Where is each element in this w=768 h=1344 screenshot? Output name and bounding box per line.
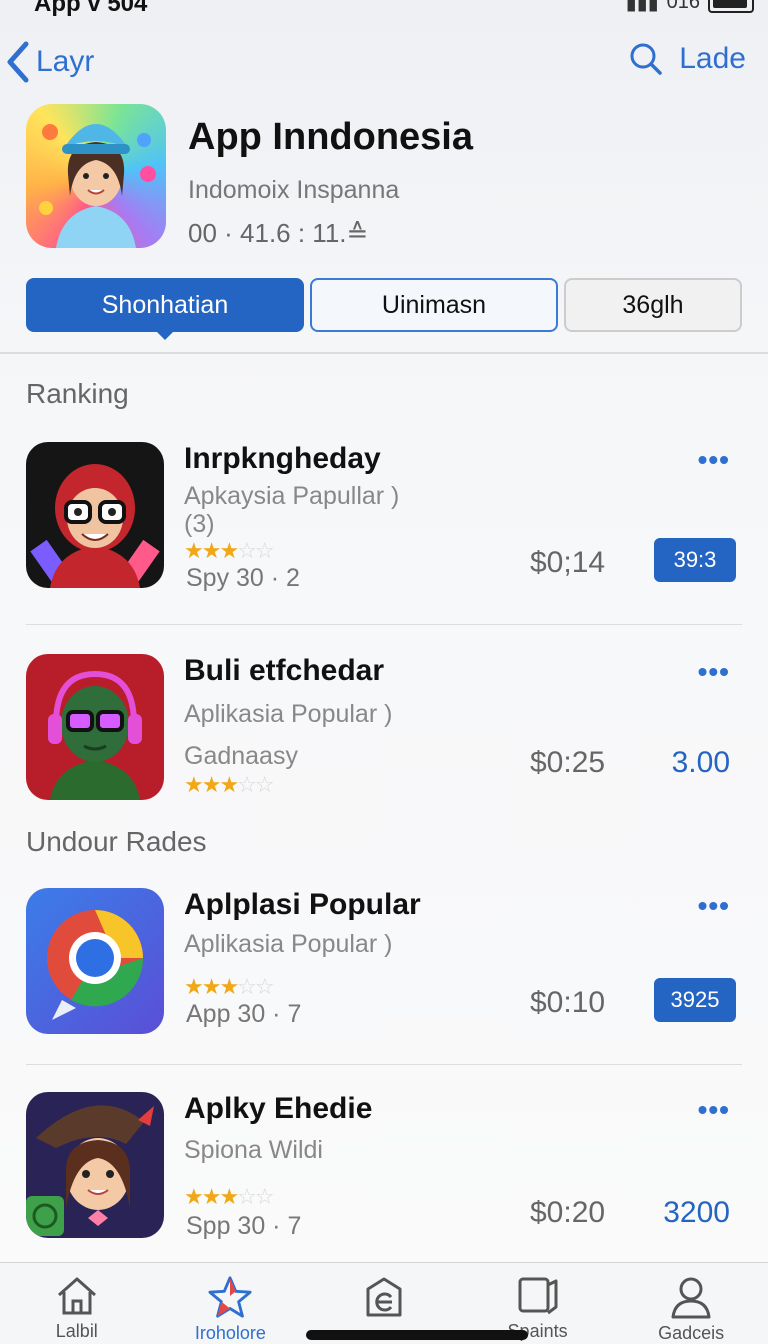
get-button[interactable]: 3200	[663, 1196, 730, 1230]
app-name: Aplplasi Popular	[184, 888, 421, 921]
book-icon	[518, 1277, 558, 1315]
home-icon	[57, 1277, 96, 1315]
back-label: Layr	[36, 45, 95, 78]
header-divider	[0, 352, 768, 354]
tab-5[interactable]: Gadceis	[614, 1263, 768, 1344]
app-title: App Inndonesia	[188, 116, 473, 158]
segment-1[interactable]: Shonhatian	[26, 278, 304, 340]
app-name: Inrpkngheday	[184, 442, 381, 475]
app-meta: Spy 30 · 2	[186, 564, 300, 592]
app-category: Apkaysia Papullar )	[184, 482, 400, 510]
tab-label: Gadceis	[658, 1323, 725, 1343]
tab-2[interactable]: Iroholore	[154, 1263, 308, 1344]
app-price: $0:10	[530, 986, 606, 1019]
rating-stars: ★★★☆☆	[184, 974, 275, 999]
segment-2[interactable]: Uinimasn	[310, 278, 558, 332]
app-extra: Gadnaasy	[184, 742, 298, 770]
app-icon	[26, 654, 164, 800]
person-icon	[671, 1277, 711, 1319]
app-name: Buli etfchedar	[184, 654, 385, 687]
section-title-secondary: Undour Rades	[26, 826, 207, 857]
app-header: App Inndonesia Indomoix Inspanna 00 · 41…	[26, 104, 746, 254]
nav-bar: Layr Lade	[0, 36, 768, 92]
app-developer: Indomoix Inspanna	[188, 176, 400, 204]
app-meta: Spp 30 · 7	[186, 1212, 302, 1240]
tab-label: Iroholore	[194, 1323, 266, 1343]
row-divider	[26, 624, 742, 625]
get-button[interactable]: 39:3	[654, 538, 736, 582]
list-item[interactable]: Aplky Ehedie Spiona Wildi ★★★☆☆ Spp 30 ·…	[26, 1092, 742, 1262]
app-icon[interactable]	[26, 104, 166, 248]
rating-stars: ★★★☆☆	[184, 1184, 275, 1209]
app-icon	[26, 888, 164, 1034]
rating-stars: ★★★☆☆	[184, 538, 275, 563]
signal-icon: ▮▮▮	[625, 0, 659, 14]
avatar-girl-icon	[39, 124, 156, 248]
segmented-control: Shonhatian Uinimasn 36glh	[26, 278, 744, 340]
section-title-ranking: Ranking	[26, 378, 129, 409]
back-button[interactable]: Layr	[6, 40, 94, 84]
chrome-style-icon	[47, 910, 144, 1020]
app-price: $0:20	[530, 1196, 606, 1229]
app-price: $0:25	[530, 746, 606, 779]
more-icon[interactable]: •••	[698, 890, 730, 922]
list-item[interactable]: Buli etfchedar Aplikasia Popular ) Gadna…	[26, 654, 742, 824]
chevron-left-icon	[7, 41, 29, 83]
app-category: Spiona Wildi	[184, 1136, 323, 1164]
glasses-character-icon	[30, 464, 160, 588]
more-icon[interactable]: •••	[698, 444, 730, 476]
status-right-text: 016	[666, 0, 700, 13]
star-icon	[208, 1276, 252, 1318]
list-item[interactable]: Inrpkngheday Apkaysia Papullar ) (3) ★★★…	[26, 442, 742, 612]
list-item[interactable]: Aplplasi Popular Aplikasia Popular ) ★★★…	[26, 888, 742, 1058]
row-divider	[26, 1064, 742, 1065]
get-button[interactable]: 3925	[654, 978, 736, 1022]
app-category: Aplikasia Popular )	[184, 700, 393, 728]
app-extra: (3)	[184, 510, 215, 538]
apps-icon	[366, 1277, 402, 1317]
app-icon	[26, 1092, 164, 1238]
app-price: $0;14	[530, 546, 606, 579]
witch-girl-icon	[26, 1105, 154, 1236]
segment-3[interactable]: 36glh	[564, 278, 742, 332]
battery-icon	[708, 0, 754, 13]
app-meta: App 30 · 7	[186, 1000, 302, 1028]
home-indicator[interactable]	[306, 1330, 528, 1340]
status-right: ▮▮▮ 016	[626, 0, 754, 15]
app-meta: 00 · 41.6 : 11.≙	[188, 218, 369, 248]
tab-1[interactable]: Lalbil	[0, 1263, 154, 1344]
app-icon	[26, 442, 164, 588]
more-icon[interactable]: •••	[698, 656, 730, 688]
search-icon	[630, 43, 662, 75]
more-icon[interactable]: •••	[698, 1094, 730, 1126]
app-category: Aplikasia Popular )	[184, 930, 393, 958]
tab-label: Lalbil	[55, 1321, 98, 1341]
rating-stars: ★★★☆☆	[184, 772, 275, 797]
status-bar: App v 504 ▮▮▮ 016	[0, 0, 768, 22]
status-left-text: App v 504	[34, 0, 148, 17]
app-name: Aplky Ehedie	[184, 1092, 373, 1125]
nav-right-label: Lade	[679, 42, 746, 75]
nav-search-button[interactable]: Lade	[629, 42, 746, 76]
headphones-character-icon	[48, 670, 142, 800]
get-button[interactable]: 3.00	[672, 746, 730, 780]
